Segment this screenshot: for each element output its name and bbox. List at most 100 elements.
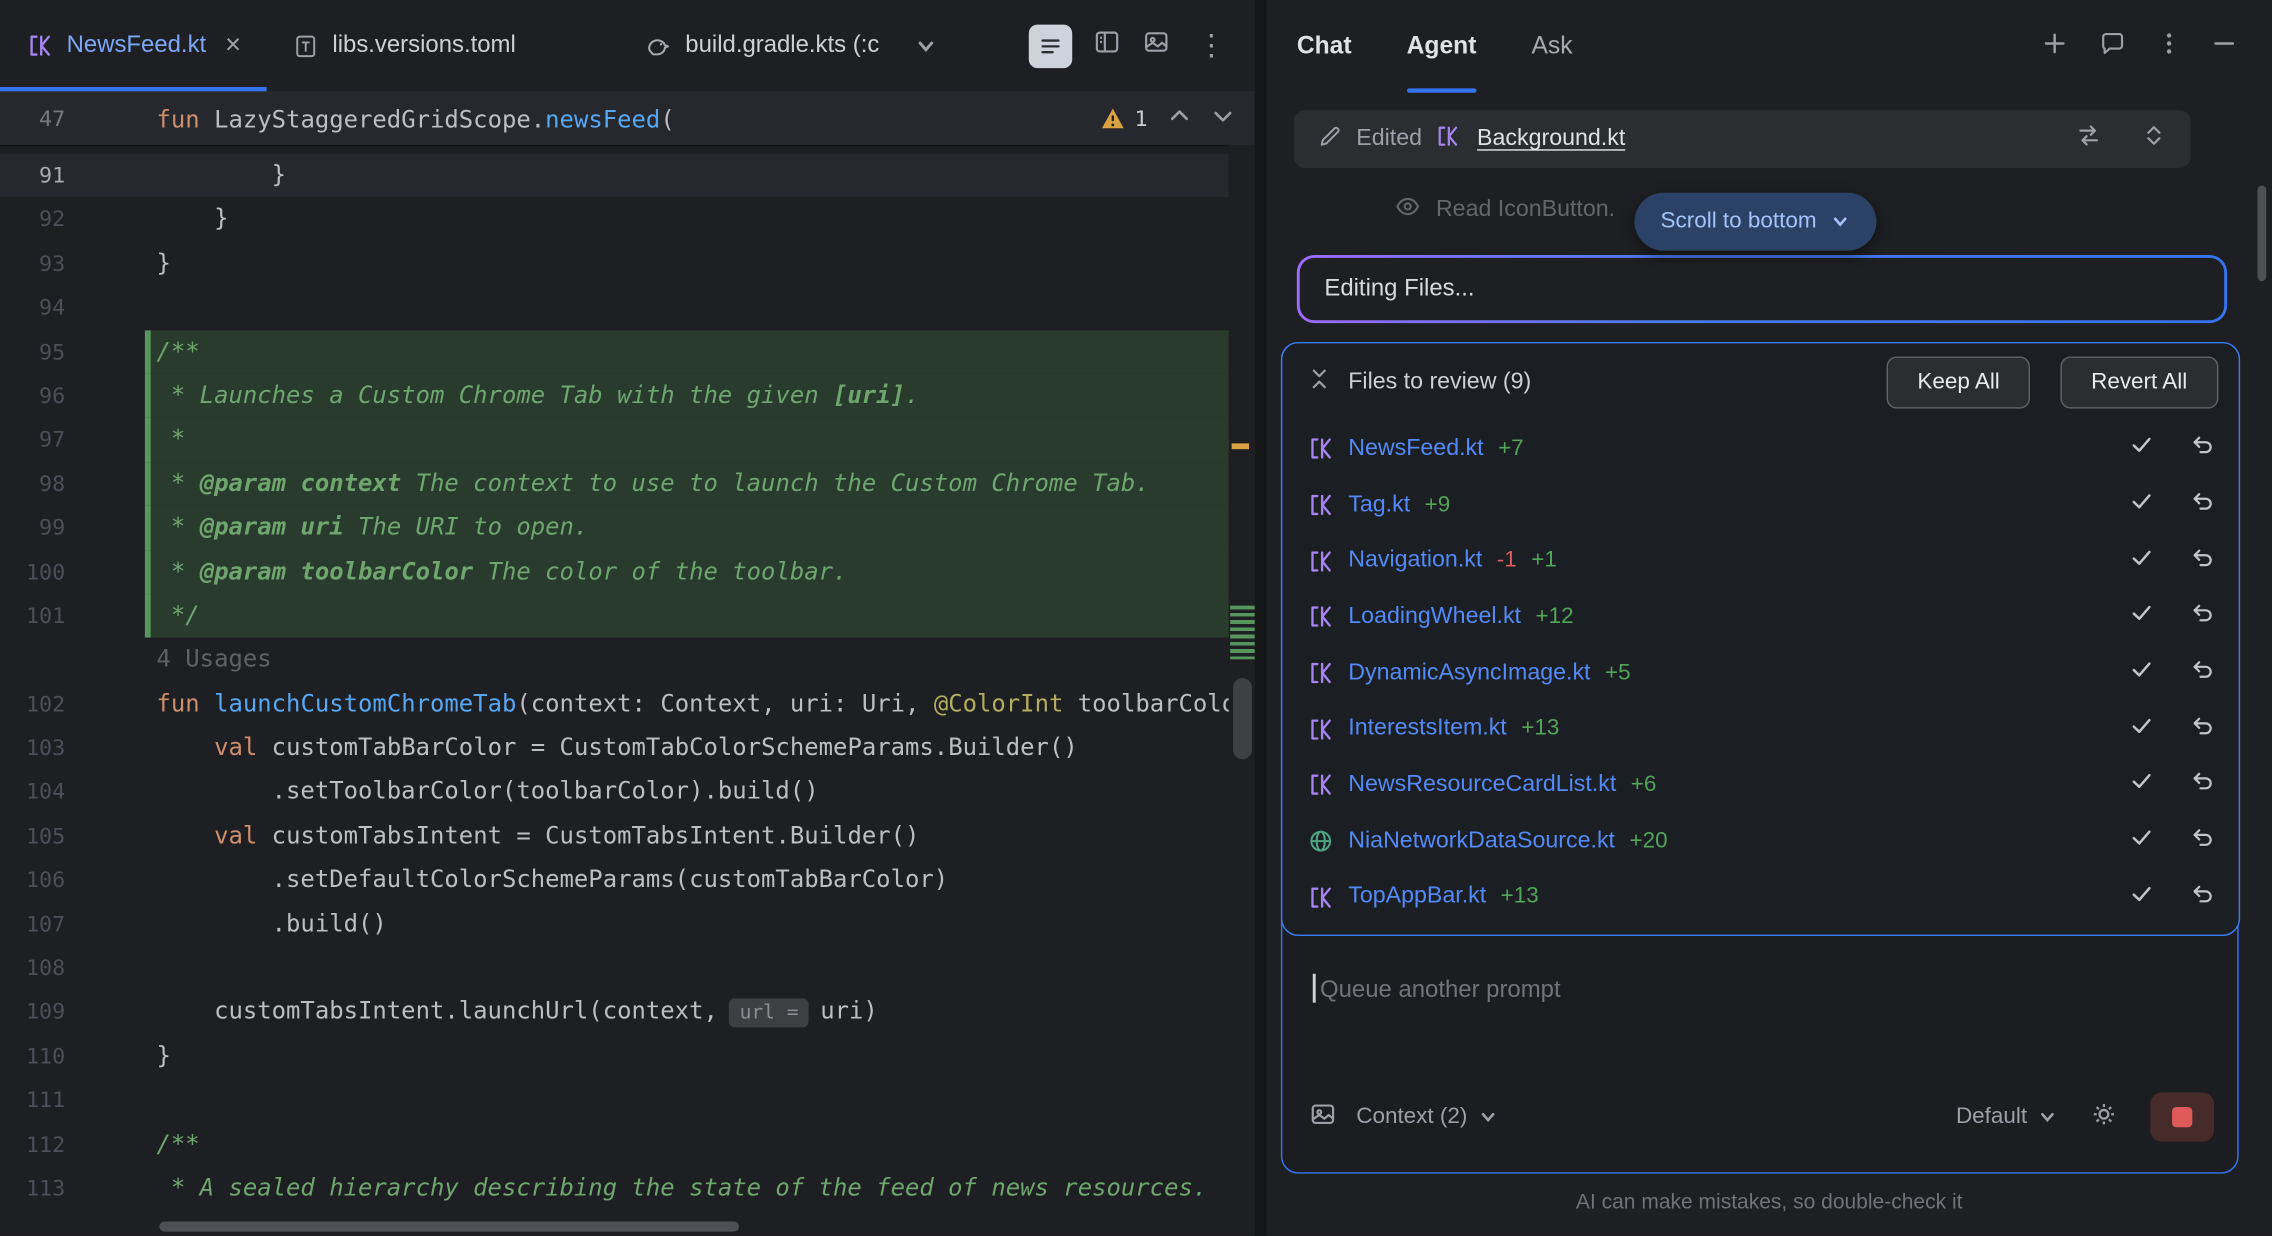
usages-hint[interactable]: 4 Usages [65, 638, 271, 682]
accept-file-button[interactable] [2128, 544, 2154, 577]
file-review-row[interactable]: LoadingWheel.kt+12 [1282, 589, 2238, 645]
line-number[interactable]: 93 [0, 242, 65, 286]
model-selector[interactable]: Default [1956, 1104, 2058, 1130]
editor-more-options-icon[interactable]: ⋮ [1191, 28, 1232, 64]
line-number[interactable]: 109 [0, 990, 65, 1034]
code-editor[interactable]: 91 }92 }93}9495/**96 * Launches a Custom… [0, 145, 1255, 1236]
accept-file-button[interactable] [2128, 825, 2154, 858]
revert-file-button[interactable] [2189, 769, 2215, 802]
line-number[interactable]: 92 [0, 198, 65, 242]
panel-scrollbar[interactable] [2258, 185, 2267, 281]
line-number[interactable]: 99 [0, 506, 65, 550]
line-number[interactable]: 108 [0, 946, 65, 990]
accept-file-button[interactable] [2128, 600, 2154, 633]
accept-file-button[interactable] [2128, 432, 2154, 465]
context-selector[interactable]: Context (2) [1356, 1104, 1498, 1130]
line-number[interactable]: 106 [0, 858, 65, 902]
comment-icon[interactable] [2098, 28, 2127, 64]
revert-file-button[interactable] [2189, 825, 2215, 858]
revert-file-button[interactable] [2189, 600, 2215, 633]
preview-icon[interactable] [1142, 28, 1171, 64]
line-number[interactable]: 110 [0, 1034, 65, 1078]
warning-stripe-mark[interactable] [1232, 443, 1249, 448]
tab-agent[interactable]: Agent [1407, 0, 1477, 93]
tab-chat[interactable]: Chat [1297, 0, 1352, 93]
line-number[interactable]: 105 [0, 814, 65, 858]
tab-newsfeed-kt[interactable]: NewsFeed.kt × [0, 0, 267, 91]
minimize-icon[interactable] [2211, 30, 2237, 63]
line-number[interactable]: 95 [0, 330, 65, 374]
vcs-added-stripe-mark[interactable] [1230, 606, 1255, 660]
warning-badge[interactable]: 1 [1100, 106, 1148, 132]
collapse-icon[interactable] [1305, 364, 1333, 399]
step-edited-file[interactable]: Edited Background.kt [1294, 110, 2191, 168]
file-name[interactable]: Tag.kt [1348, 492, 1410, 518]
line-number[interactable]: 97 [0, 418, 65, 462]
line-number[interactable]: 100 [0, 550, 65, 594]
pane-splitter[interactable] [1255, 0, 1267, 1236]
tab-build-gradle-kts[interactable]: build.gradle.kts (:c [617, 0, 905, 91]
file-review-row[interactable]: Tag.kt+9 [1282, 477, 2238, 533]
horizontal-scrollbar[interactable] [159, 1221, 739, 1231]
revert-file-button[interactable] [2189, 544, 2215, 577]
expand-icon[interactable] [2140, 122, 2168, 157]
file-name[interactable]: DynamicAsyncImage.kt [1348, 660, 1590, 686]
file-name[interactable]: Navigation.kt [1348, 548, 1482, 574]
file-review-row[interactable]: NewsFeed.kt+7 [1282, 421, 2238, 477]
more-tabs-chevron-icon[interactable] [914, 34, 937, 57]
line-number[interactable]: 96 [0, 374, 65, 418]
next-problem-icon[interactable] [1211, 104, 1234, 133]
settings-gear-icon[interactable] [2089, 1099, 2118, 1135]
file-review-row[interactable]: NiaNetworkDataSource.kt+20 [1282, 813, 2238, 869]
file-name[interactable]: NewsResourceCardList.kt [1348, 772, 1616, 798]
add-icon[interactable] [2040, 28, 2069, 64]
tab-ask[interactable]: Ask [1532, 0, 1573, 93]
accept-file-button[interactable] [2128, 488, 2154, 521]
accept-file-button[interactable] [2128, 657, 2154, 690]
prev-problem-icon[interactable] [1168, 104, 1191, 133]
line-number[interactable]: 91 [0, 154, 65, 198]
file-review-row[interactable]: TopAppBar.kt+13 [1282, 869, 2238, 925]
keep-all-button[interactable]: Keep All [1887, 356, 2030, 408]
stop-button[interactable] [2150, 1093, 2214, 1142]
inlay-hint[interactable]: url = [729, 999, 808, 1028]
edited-file-link[interactable]: Background.kt [1477, 126, 1625, 152]
file-name[interactable]: InterestsItem.kt [1348, 716, 1506, 742]
accept-file-button[interactable] [2128, 881, 2154, 914]
line-number[interactable]: 103 [0, 726, 65, 770]
line-number[interactable]: 104 [0, 770, 65, 814]
revert-file-button[interactable] [2189, 657, 2215, 690]
line-number[interactable]: 112 [0, 1122, 65, 1166]
line-number[interactable]: 101 [0, 594, 65, 638]
list-view-icon[interactable] [1029, 24, 1072, 67]
line-number[interactable]: 102 [0, 682, 65, 726]
prompt-input[interactable]: Queue another prompt [1282, 936, 2237, 1083]
more-icon[interactable] [2156, 30, 2182, 63]
accept-file-button[interactable] [2128, 769, 2154, 802]
revert-file-button[interactable] [2189, 432, 2215, 465]
revert-all-button[interactable]: Revert All [2061, 356, 2218, 408]
file-review-row[interactable]: NewsResourceCardList.kt+6 [1282, 757, 2238, 813]
vertical-scrollbar[interactable] [1233, 678, 1252, 759]
step-read-file[interactable]: Read IconButton. [1394, 188, 1615, 231]
line-number[interactable]: 107 [0, 902, 65, 946]
file-name[interactable]: NewsFeed.kt [1348, 436, 1483, 462]
revert-file-button[interactable] [2189, 713, 2215, 746]
revert-file-button[interactable] [2189, 488, 2215, 521]
file-review-row[interactable]: InterestsItem.kt+13 [1282, 701, 2238, 757]
close-tab-icon[interactable]: × [225, 32, 241, 60]
tab-libs-versions-toml[interactable]: libs.versions.toml [267, 0, 542, 91]
accept-file-button[interactable] [2128, 713, 2154, 746]
file-name[interactable]: TopAppBar.kt [1348, 884, 1486, 910]
file-name[interactable]: LoadingWheel.kt [1348, 604, 1521, 630]
line-number[interactable]: 98 [0, 462, 65, 506]
line-number[interactable]: 94 [0, 286, 65, 330]
file-review-row[interactable]: DynamicAsyncImage.kt+5 [1282, 645, 2238, 701]
file-review-row[interactable]: Navigation.kt-1+1 [1282, 533, 2238, 589]
line-number[interactable]: 113 [0, 1166, 65, 1210]
file-name[interactable]: NiaNetworkDataSource.kt [1348, 828, 1615, 854]
scroll-to-bottom-button[interactable]: Scroll to bottom [1634, 193, 1876, 251]
image-icon[interactable] [1308, 1099, 1337, 1135]
revert-file-button[interactable] [2189, 881, 2215, 914]
split-editor-icon[interactable] [1093, 28, 1122, 64]
